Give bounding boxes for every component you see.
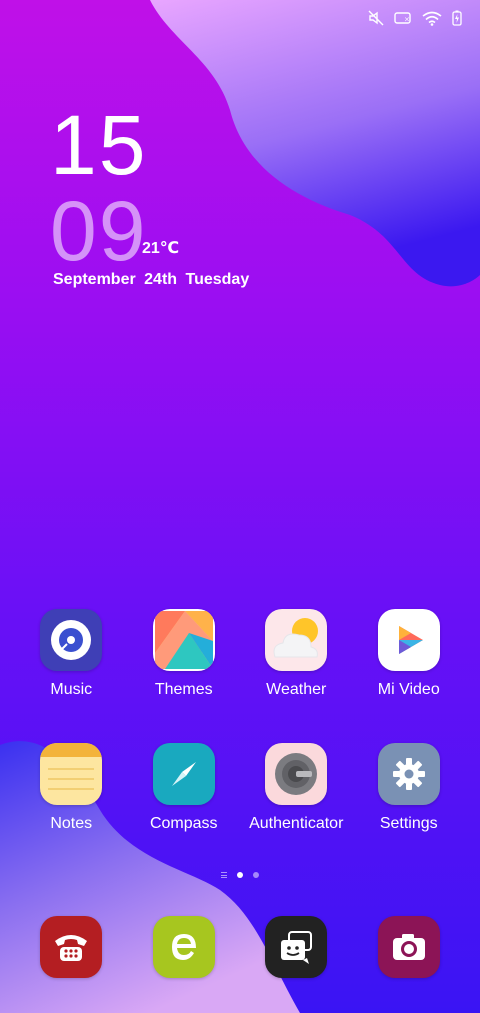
app-phone[interactable] <box>15 916 128 978</box>
camera-icon <box>377 916 440 978</box>
app-compass[interactable]: Compass <box>128 743 241 833</box>
app-label: Compass <box>149 815 218 832</box>
app-label: Authenticator <box>249 815 344 832</box>
status-bar: × <box>368 10 462 26</box>
messaging-icon <box>265 916 328 978</box>
page-indicator[interactable] <box>0 872 480 878</box>
music-disc-icon <box>40 609 103 671</box>
play-icon <box>377 609 440 671</box>
svg-text:×: × <box>404 16 410 24</box>
app-label: Notes <box>50 815 93 832</box>
app-label: Weather <box>266 681 327 698</box>
dock <box>15 916 465 978</box>
battery-charging-icon <box>452 10 462 26</box>
app-label: Mi Video <box>377 681 440 698</box>
weather-icon <box>265 609 328 671</box>
app-row-2: Notes Compass Authenticator Settings <box>15 743 465 833</box>
app-browser[interactable] <box>128 916 241 978</box>
app-settings[interactable]: Settings <box>353 743 466 833</box>
app-label: Themes <box>154 681 213 698</box>
app-row-1: Music Themes Weather Mi Video <box>15 609 465 699</box>
compass-icon <box>152 743 215 805</box>
app-camera[interactable] <box>353 916 466 978</box>
menu-lines-icon <box>221 872 227 878</box>
browser-icon <box>152 916 215 978</box>
app-weather[interactable]: Weather <box>240 609 353 699</box>
page-dot[interactable] <box>253 872 259 878</box>
clock-widget[interactable]: 15 09 <box>50 98 148 278</box>
phone-icon <box>40 916 103 978</box>
authenticator-lock-icon <box>265 743 328 805</box>
app-label: Music <box>50 681 93 698</box>
page-dot-active[interactable] <box>237 872 243 878</box>
app-label: Settings <box>379 815 438 832</box>
gear-icon <box>377 743 440 805</box>
app-messaging[interactable] <box>240 916 353 978</box>
themes-icon <box>152 609 215 671</box>
clock-hour: 15 <box>50 98 148 192</box>
app-mi-video[interactable]: Mi Video <box>353 609 466 699</box>
app-music[interactable]: Music <box>15 609 128 699</box>
date: September 24th Tuesday <box>53 271 250 288</box>
app-themes[interactable]: Themes <box>128 609 241 699</box>
notepad-icon <box>40 743 103 805</box>
wifi-icon <box>422 11 442 26</box>
temperature[interactable]: 21℃ <box>142 238 179 258</box>
app-notes[interactable]: Notes <box>15 743 128 833</box>
clock-minute: 09 <box>50 184 148 278</box>
app-authenticator[interactable]: Authenticator <box>240 743 353 833</box>
mute-icon <box>368 10 384 26</box>
battery-saver-icon: × <box>394 11 412 25</box>
